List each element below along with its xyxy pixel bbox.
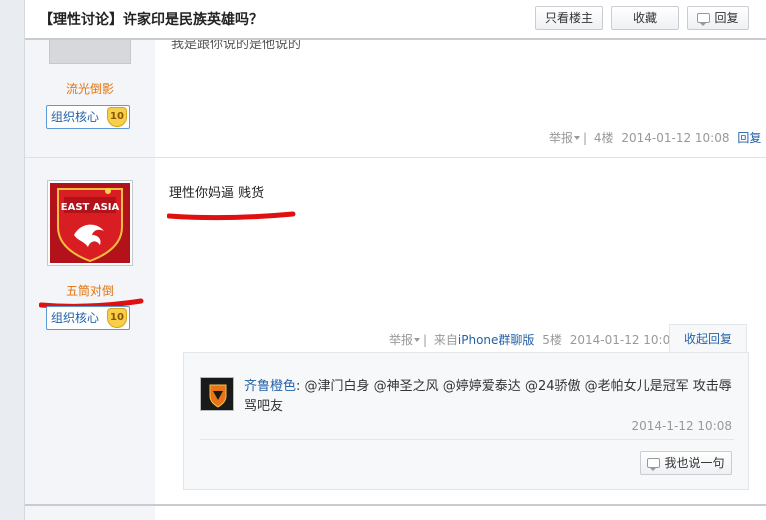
badge-label: 组织核心 xyxy=(51,311,100,325)
avatar[interactable] xyxy=(49,40,131,64)
level-shield-icon: 10 xyxy=(107,308,127,328)
member-badge[interactable]: 组织核心 10 xyxy=(46,105,130,129)
shield-avatar-icon xyxy=(201,378,233,410)
red-underline-annotation xyxy=(167,211,296,221)
reply-box: 齐鲁橙色: @津门白身 @神圣之风 @婷婷爱泰达 @24骄傲 @老帕女儿是冠军 … xyxy=(183,352,749,490)
post-time: 2014-01-12 10:08 xyxy=(621,131,730,145)
say-button-label: 我也说一句 xyxy=(664,456,725,470)
username-link[interactable]: 流光倒影 xyxy=(25,80,155,97)
team-logo-avatar: EAST ASIA xyxy=(50,183,130,263)
report-link[interactable]: 举报 xyxy=(549,131,581,145)
commenter-avatar[interactable] xyxy=(200,377,234,411)
collapse-replies-button[interactable]: 收起回复 xyxy=(669,324,747,354)
divider xyxy=(25,504,766,506)
post-meta: 举报 | 来自iPhone群聊版 5楼 2014-01-12 10:09 xyxy=(389,333,678,347)
comment-colon: : xyxy=(296,379,301,394)
say-something-button[interactable]: 我也说一句 xyxy=(640,451,732,475)
page-title: 【理性讨论】许家印是民族英雄吗？ xyxy=(39,12,263,28)
svg-text:EAST ASIA: EAST ASIA xyxy=(61,202,120,213)
commenter-name[interactable]: 齐鲁橙色 xyxy=(244,379,296,394)
comment-text: 齐鲁橙色: @津门白身 @神圣之风 @婷婷爱泰达 @24骄傲 @老帕女儿是冠军 … xyxy=(244,377,736,417)
comment-body: @津门白身 @神圣之风 @婷婷爱泰达 @24骄傲 @老帕女儿是冠军 攻击辱骂吧友 xyxy=(244,379,732,414)
floor-number: 5楼 xyxy=(542,333,562,347)
comment-bubble-icon xyxy=(697,13,711,26)
level-shield-icon: 10 xyxy=(107,107,127,127)
comment-bubble-icon xyxy=(647,458,661,471)
thread-header: 【理性讨论】许家印是民族英雄吗？ 只看楼主 收藏 回复 xyxy=(25,0,766,40)
post-time: 2014-01-12 10:09 xyxy=(569,333,678,347)
post-content: 理性你妈逼 贱货 xyxy=(169,186,265,201)
badge-label: 组织核心 xyxy=(51,110,100,124)
post-floor-5: EAST ASIA 理性你妈逼 贱货 五筒对倒 组织核心 10 举报 | 来自iP… xyxy=(25,158,766,504)
client-source-link[interactable]: iPhone群聊版 xyxy=(458,333,535,347)
favorite-button[interactable]: 收藏 xyxy=(611,6,679,30)
comment-time: 2014-1-12 10:08 xyxy=(631,419,733,433)
source-prefix: 来自 xyxy=(433,333,458,347)
reply-button[interactable]: 回复 xyxy=(687,6,749,30)
reply-link[interactable]: 回复 xyxy=(737,131,761,145)
caret-down-icon xyxy=(414,338,421,342)
post-floor-4: 我是跟你说的是他说的 流光倒影 组织核心 10 举报 | 4楼 2014-01-1… xyxy=(25,37,766,158)
caret-down-icon xyxy=(574,136,581,140)
divider xyxy=(200,439,734,440)
avatar[interactable]: EAST ASIA xyxy=(47,180,133,266)
only-op-button[interactable]: 只看楼主 xyxy=(535,6,603,30)
member-badge[interactable]: 组织核心 10 xyxy=(46,306,130,330)
report-link[interactable]: 举报 xyxy=(389,333,421,347)
reply-button-label: 回复 xyxy=(714,11,739,25)
thread-frame: 我是跟你说的是他说的 流光倒影 组织核心 10 举报 | 4楼 2014-01-1… xyxy=(24,0,766,520)
post-meta: 举报 | 4楼 2014-01-12 10:08 回复 xyxy=(549,131,762,145)
floor-number: 4楼 xyxy=(593,131,614,145)
